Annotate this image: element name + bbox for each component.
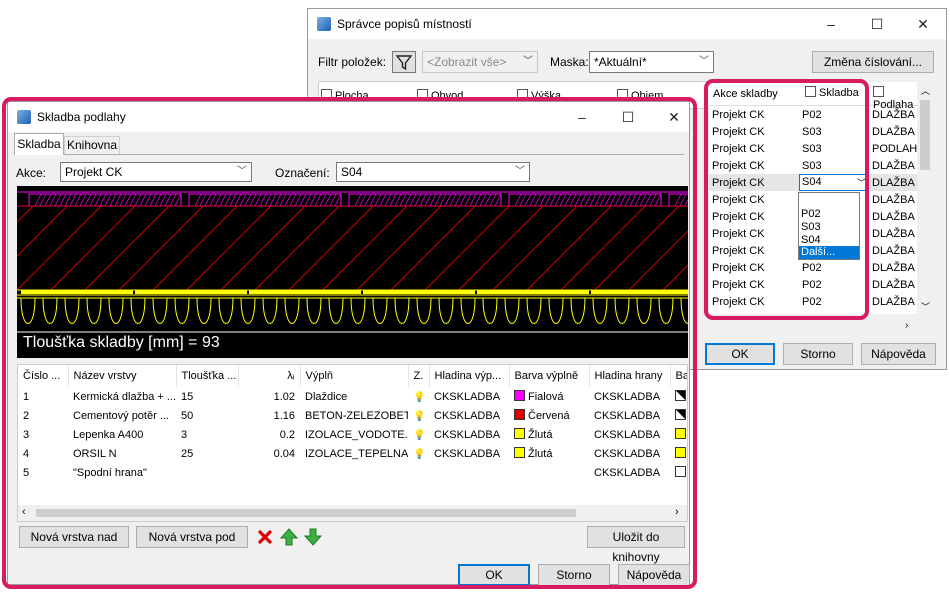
window-title: Správce popisů místností [337, 17, 472, 31]
cell-podlaha[interactable]: DLAŽBA K [869, 106, 917, 123]
cell-podlaha[interactable]: PODLAHO [869, 140, 917, 157]
cell-podlaha[interactable]: DLAŽBA K [869, 242, 917, 259]
chevron-down-icon: ﹀ [699, 56, 709, 67]
minimize-icon[interactable]: – [820, 13, 842, 35]
cell-podlaha[interactable]: DLAŽBA K [869, 157, 917, 174]
cell-podlaha[interactable]: DLAŽBA K [869, 276, 917, 293]
app-icon [317, 17, 331, 31]
cell-podlaha[interactable]: DLAŽBA K [869, 293, 917, 310]
tab-skladba[interactable]: Skladba [14, 133, 64, 155]
mask-label: Maska: [550, 55, 589, 69]
scrollbar-thumb[interactable] [920, 100, 930, 170]
close-icon[interactable]: ✕ [912, 13, 934, 35]
checkbox[interactable] [873, 86, 884, 97]
scroll-up-icon[interactable]: ︿ [921, 84, 930, 97]
help-button[interactable]: Nápověda [861, 343, 936, 365]
cancel-button[interactable]: Storno [783, 343, 853, 365]
highlight-frame-grid [704, 79, 869, 320]
vertical-scrollbar[interactable]: ︿ ﹀ [917, 82, 933, 314]
ok-button[interactable]: OK [705, 343, 775, 365]
cell-podlaha[interactable]: DLAŽBA K [869, 174, 917, 191]
cell-podlaha[interactable]: DLAŽBA K [869, 191, 917, 208]
scroll-right-icon[interactable]: › [905, 320, 908, 331]
cell-podlaha[interactable]: DLAŽBA K [869, 225, 917, 242]
filter-dropdown[interactable]: <Zobrazit vše> ﹀ [422, 51, 538, 73]
cell-podlaha[interactable]: DLAŽBA K [869, 208, 917, 225]
scroll-down-icon[interactable]: ﹀ [921, 300, 930, 313]
cell-podlaha[interactable]: DLAŽBA K [869, 123, 917, 140]
mask-dropdown[interactable]: *Aktuální* ﹀ [589, 51, 714, 73]
highlight-frame-dialog [2, 97, 697, 589]
chevron-down-icon: ﹀ [523, 56, 533, 67]
maximize-icon[interactable]: ☐ [866, 13, 888, 35]
title-bar: Správce popisů místností – ☐ ✕ [308, 9, 946, 39]
cell-podlaha[interactable]: DLAŽBA K [869, 259, 917, 276]
filter-icon[interactable] [392, 51, 416, 73]
renumber-button[interactable]: Změna číslování... [812, 51, 934, 73]
filter-label: Filtr položek: [318, 55, 387, 69]
